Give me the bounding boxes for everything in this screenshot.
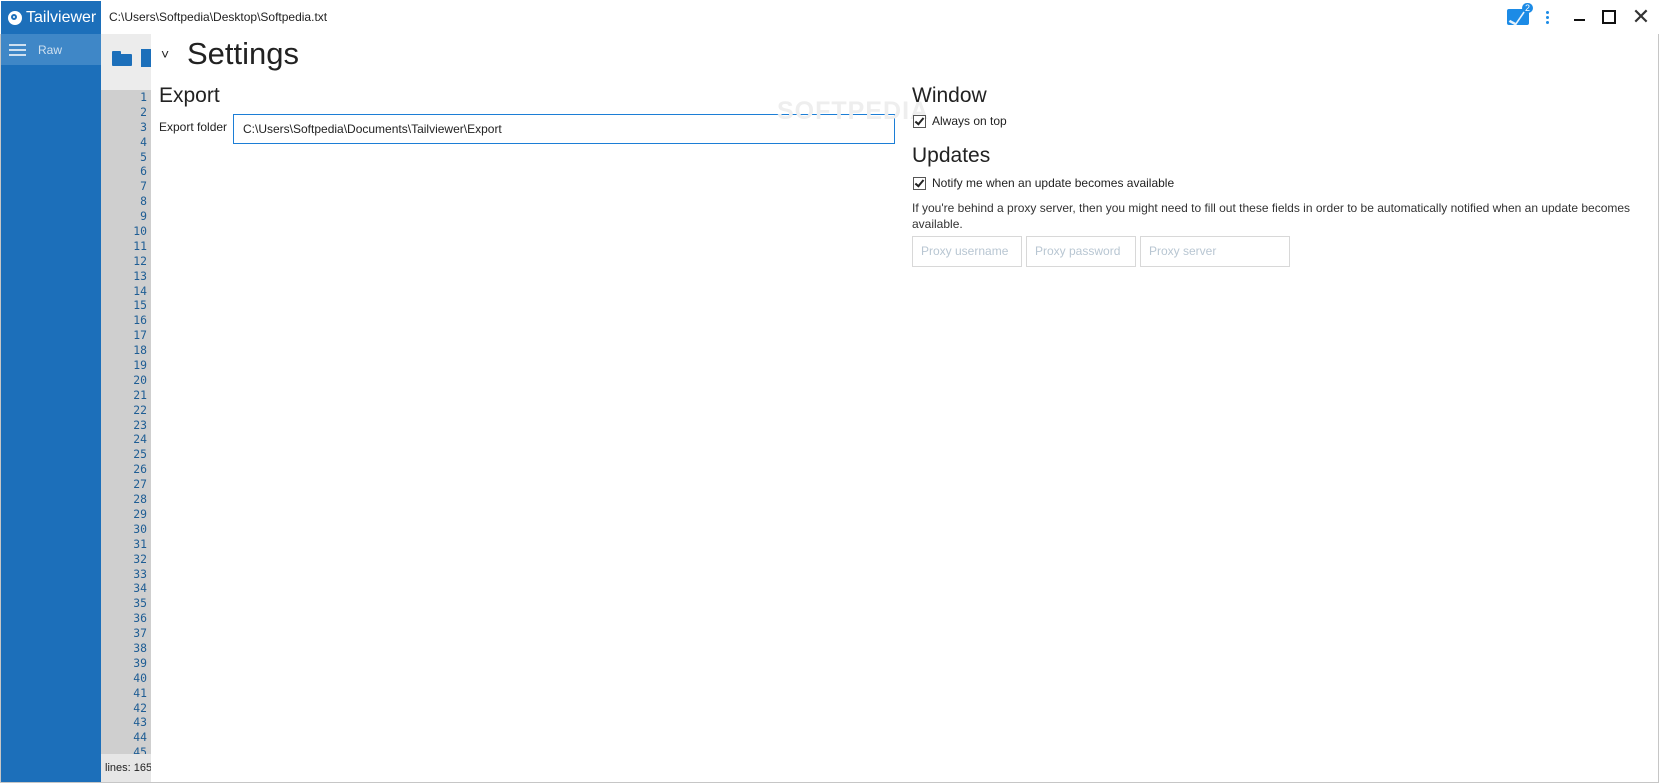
line-number: 32 bbox=[133, 551, 147, 566]
export-folder-label: Export folder bbox=[159, 120, 228, 134]
line-number: 13 bbox=[133, 268, 147, 283]
sidebar: Raw bbox=[1, 34, 101, 782]
always-on-top-option[interactable]: Always on top bbox=[913, 114, 1007, 128]
line-number: 41 bbox=[133, 685, 147, 700]
lines-count-status: lines: 165 bbox=[101, 754, 151, 782]
line-number: 18 bbox=[133, 343, 147, 358]
hamburger-icon bbox=[9, 41, 26, 59]
line-number: 40 bbox=[133, 670, 147, 685]
line-number: 19 bbox=[133, 358, 147, 373]
collapse-chevron-icon[interactable]: ˅ bbox=[161, 46, 169, 62]
line-number: 9 bbox=[140, 209, 147, 224]
toolbar-partial-icon[interactable] bbox=[141, 49, 151, 67]
line-number: 25 bbox=[133, 447, 147, 462]
app-name: Tailviewer bbox=[26, 8, 97, 26]
export-section-title: Export bbox=[159, 84, 220, 107]
log-toolbar bbox=[101, 34, 151, 90]
proxy-server-input[interactable]: Proxy server bbox=[1140, 236, 1290, 267]
line-number: 35 bbox=[133, 596, 147, 611]
line-number: 8 bbox=[140, 194, 147, 209]
line-number: 27 bbox=[133, 477, 147, 492]
line-number: 26 bbox=[133, 462, 147, 477]
proxy-description: If you're behind a proxy server, then yo… bbox=[912, 201, 1631, 231]
sidebar-item-raw[interactable]: Raw bbox=[1, 34, 101, 65]
softpedia-watermark: SOFTPEDIA bbox=[777, 97, 930, 125]
tailviewer-logo-icon bbox=[8, 10, 22, 25]
line-number: 23 bbox=[133, 417, 147, 432]
line-number: 1 bbox=[140, 90, 147, 104]
line-number: 34 bbox=[133, 581, 147, 596]
more-options-button[interactable] bbox=[1540, 6, 1554, 28]
page-title: Settings bbox=[187, 36, 300, 71]
line-number: 4 bbox=[140, 134, 147, 149]
sidebar-item-label: Raw bbox=[38, 42, 63, 57]
maximize-icon bbox=[1602, 10, 1616, 24]
window-section-title: Window bbox=[912, 84, 987, 107]
updates-section-title: Updates bbox=[912, 144, 991, 167]
line-number: 11 bbox=[133, 238, 147, 253]
line-number: 22 bbox=[133, 402, 147, 417]
line-number: 12 bbox=[133, 253, 147, 268]
open-folder-icon[interactable] bbox=[112, 51, 132, 66]
more-icon bbox=[1545, 10, 1549, 14]
settings-panel: ˅ Settings Export Export folder C:\Users… bbox=[151, 34, 1658, 782]
line-number: 3 bbox=[140, 119, 147, 134]
line-number: 43 bbox=[133, 715, 147, 730]
line-number: 21 bbox=[133, 387, 147, 402]
line-number: 28 bbox=[133, 492, 147, 507]
line-number: 7 bbox=[140, 179, 147, 194]
line-number: 30 bbox=[133, 521, 147, 536]
notify-updates-checkbox[interactable] bbox=[913, 176, 926, 190]
line-number: 17 bbox=[133, 328, 147, 343]
mail-icon: 2 bbox=[1507, 3, 1534, 25]
notifications-button[interactable]: 2 bbox=[1505, 3, 1534, 28]
line-number: 38 bbox=[133, 640, 147, 655]
proxy-password-input[interactable]: Proxy password bbox=[1026, 236, 1136, 267]
line-numbers: 1 2 3 4 5 6 7 8 9 10 11 12 13 14 15 16 17 18 19 20 21 22 23 24 2… bbox=[101, 90, 147, 754]
line-number: 31 bbox=[133, 536, 147, 551]
line-number: 37 bbox=[133, 626, 147, 641]
minimize-icon bbox=[1573, 19, 1585, 21]
line-number: 2 bbox=[140, 104, 147, 119]
close-icon: ✕ bbox=[1631, 4, 1651, 29]
line-number: 6 bbox=[140, 164, 147, 179]
line-number: 39 bbox=[133, 655, 147, 670]
line-number: 5 bbox=[140, 149, 147, 164]
app-brand: Tailviewer bbox=[1, 1, 101, 34]
close-button[interactable]: ✕ bbox=[1629, 4, 1653, 29]
line-number: 33 bbox=[133, 566, 147, 581]
proxy-username-input[interactable]: Proxy username bbox=[912, 236, 1022, 267]
maximize-button[interactable] bbox=[1597, 6, 1621, 28]
always-on-top-label: Always on top bbox=[932, 114, 1007, 128]
line-number: 44 bbox=[133, 730, 147, 745]
line-number: 36 bbox=[133, 611, 147, 626]
line-number: 16 bbox=[133, 313, 147, 328]
notify-updates-label: Notify me when an update becomes availab… bbox=[932, 176, 1175, 190]
line-gutter: 1 2 3 4 5 6 7 8 9 10 11 12 13 14 15 16 17 18 19 20 21 22 23 24 2… bbox=[101, 34, 151, 782]
line-number: 45 bbox=[133, 745, 147, 754]
minimize-button[interactable] bbox=[1567, 6, 1591, 28]
line-number: 29 bbox=[133, 506, 147, 521]
line-number: 20 bbox=[133, 372, 147, 387]
line-number: 24 bbox=[133, 432, 147, 447]
file-path: C:\Users\Softpedia\Desktop\Softpedia.txt bbox=[109, 10, 328, 24]
line-number: 15 bbox=[133, 298, 147, 313]
notify-updates-option[interactable]: Notify me when an update becomes availab… bbox=[913, 176, 1174, 190]
always-on-top-checkbox[interactable] bbox=[913, 114, 926, 128]
title-bar: Tailviewer C:\Users\Softpedia\Desktop\So… bbox=[0, 0, 1659, 34]
line-number: 14 bbox=[133, 283, 147, 298]
line-number: 42 bbox=[133, 700, 147, 715]
line-number: 10 bbox=[133, 224, 147, 239]
notification-badge: 2 bbox=[1522, 3, 1534, 13]
